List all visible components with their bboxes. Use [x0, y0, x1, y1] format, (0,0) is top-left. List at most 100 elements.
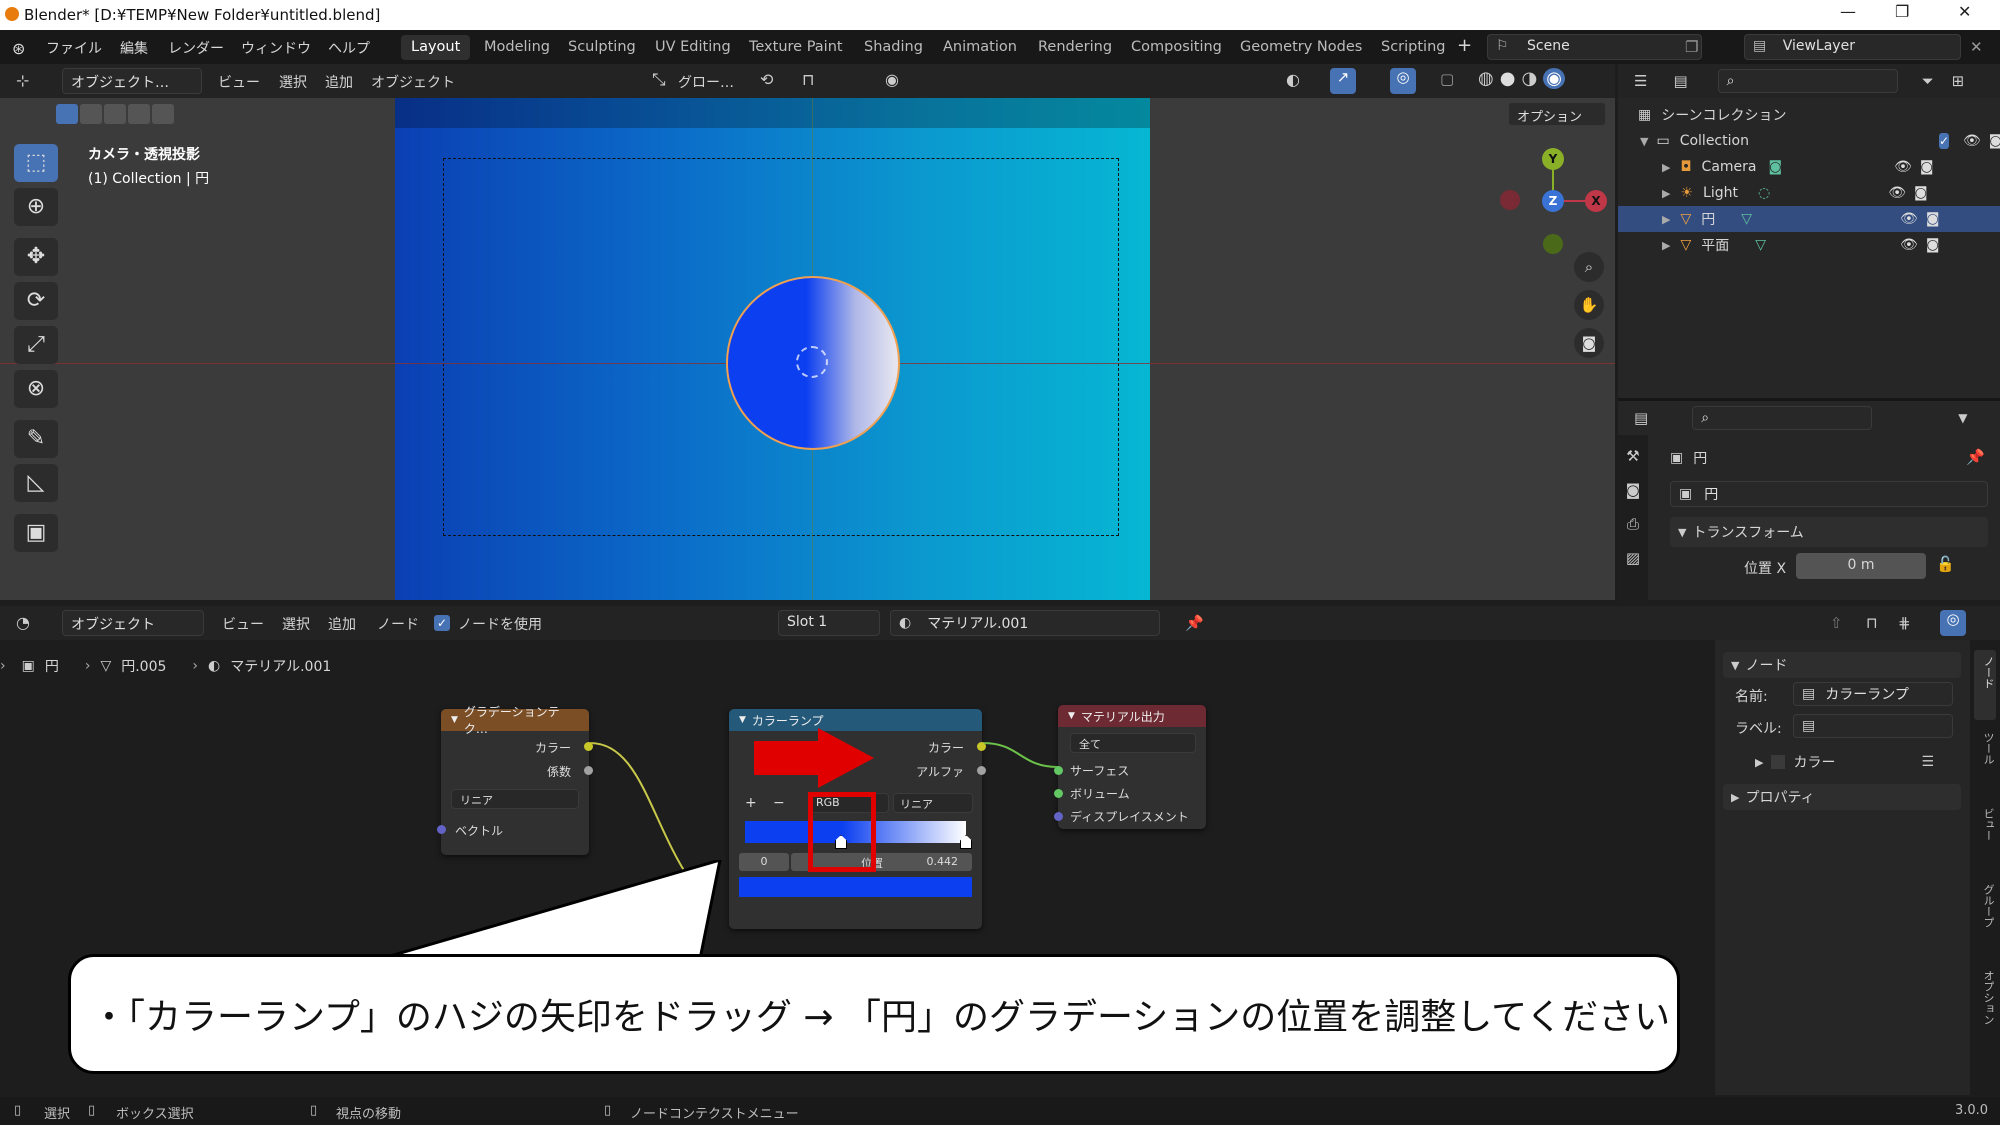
scale-tool-icon[interactable]: ⤢	[14, 326, 58, 364]
properties-panel-header[interactable]: ▶ プロパティ	[1723, 784, 1961, 810]
tab-sculpting[interactable]: Sculpting	[558, 35, 646, 60]
outliner-row-light[interactable]: ▶ ☀ Light ◌ 👁 ◙	[1618, 180, 2000, 206]
colorramp-alpha-socket[interactable]	[977, 766, 986, 775]
blender-menu-icon[interactable]: ⊛	[12, 39, 30, 58]
pivot-icon[interactable]: ⟲	[760, 70, 773, 89]
visibility-icon[interactable]: ◐	[1286, 70, 1300, 89]
use-nodes-checkbox[interactable]: ✓	[434, 615, 450, 631]
properties-options-icon[interactable]: ▼	[1958, 411, 1967, 425]
select-box-tool-icon[interactable]: ⬚	[14, 144, 58, 182]
outliner-editor-icon[interactable]: ☰	[1634, 72, 1647, 90]
colorramp-color-socket[interactable]	[977, 742, 986, 751]
tab-rendering[interactable]: Rendering	[1028, 35, 1122, 60]
sidebar-tab-view[interactable]: ビュー	[1974, 802, 1996, 872]
render-camera-icon[interactable]: ◙	[1926, 237, 1940, 253]
output-node-header[interactable]: ▼ マテリアル出力	[1058, 705, 1206, 727]
material-shading-icon[interactable]: ◑	[1521, 68, 1537, 89]
properties-search-input[interactable]: ⌕	[1692, 406, 1873, 430]
parent-node-icon[interactable]: ⇧	[1830, 614, 1843, 632]
color-subpanel-header[interactable]: ▶ カラー ☰	[1755, 752, 1934, 772]
close-window-button[interactable]: ✕	[1958, 2, 1971, 21]
gizmo-y-label[interactable]: Y	[1542, 148, 1564, 170]
gizmo-x-label[interactable]: X	[1585, 190, 1607, 212]
add-workspace-button[interactable]: +	[1457, 35, 1472, 56]
filter-icon[interactable]: ⏷	[1922, 72, 1934, 90]
new-collection-icon[interactable]: ⊞	[1952, 72, 1965, 90]
render-camera-icon[interactable]: ◙	[1989, 133, 2000, 149]
transform-orientation-label[interactable]: グロー…	[678, 72, 734, 92]
sidebar-tab-tool[interactable]: ツール	[1974, 726, 1996, 796]
minimize-button[interactable]: —	[1840, 2, 1856, 21]
viewport-menu-select[interactable]: 選択	[279, 72, 307, 92]
tab-texture-paint[interactable]: Texture Paint	[739, 35, 853, 60]
exclude-checkbox[interactable]: ✓	[1938, 133, 1950, 149]
view-layer-tab-icon[interactable]: ▨	[1618, 549, 1648, 567]
list-icon[interactable]: ☰	[1921, 754, 1934, 770]
gradient-color-socket[interactable]	[584, 742, 593, 751]
properties-editor-icon[interactable]: ▤	[1634, 409, 1648, 427]
pin-icon[interactable]: 📌	[1185, 614, 1204, 632]
gradient-type-dropdown[interactable]: リニア	[451, 789, 579, 809]
interpolation-dropdown[interactable]: リニア	[893, 793, 973, 813]
transform-panel-header[interactable]: ▼ トランスフォーム	[1670, 517, 1988, 547]
gizmo-neg-y[interactable]	[1543, 234, 1563, 254]
color-panel-checkbox[interactable]	[1771, 755, 1786, 769]
overlay-toggle-icon[interactable]: ◎	[1390, 68, 1416, 94]
node-menu-view[interactable]: ビュー	[222, 614, 264, 634]
outliner-row-circle[interactable]: ▶ ▽ 円 ▽ 👁 ◙	[1618, 206, 2000, 232]
snap-element-icon[interactable]: ⋕	[1898, 614, 1911, 632]
sidebar-tab-group[interactable]: グループ	[1974, 878, 1996, 958]
node-editor-type-icon[interactable]: ◔	[16, 613, 30, 632]
render-camera-icon[interactable]: ◙	[1914, 185, 1928, 201]
gizmo-z-label[interactable]: Z	[1542, 190, 1564, 212]
expand-arrow-icon[interactable]: ▼	[1640, 135, 1648, 148]
tab-animation[interactable]: Animation	[933, 35, 1027, 60]
annotate-tool-icon[interactable]: ✎	[14, 420, 58, 458]
pan-hand-icon[interactable]: ✋	[1574, 290, 1604, 320]
expand-arrow-icon[interactable]: ▶	[1662, 239, 1670, 252]
scene-selector[interactable]: ⚐ Scene	[1487, 34, 1702, 60]
outliner-row-camera[interactable]: ▶ ◘ Camera ◙ 👁 ◙	[1618, 154, 2000, 180]
gizmo-toggle-icon[interactable]: ↗	[1330, 68, 1356, 94]
output-target-dropdown[interactable]: 全て	[1070, 733, 1196, 753]
menu-window[interactable]: ウィンドウ	[241, 38, 311, 58]
viewport-menu-object[interactable]: オブジェクト	[371, 72, 455, 92]
camera-view-icon[interactable]: ◙	[1574, 328, 1604, 358]
gradient-node-header[interactable]: ▼ グラデーションテク…	[441, 705, 589, 736]
render-camera-icon[interactable]: ◙	[1926, 211, 1940, 227]
node-overlay-icon[interactable]: ◎	[1940, 610, 1966, 636]
viewport-options-dropdown[interactable]: オプション	[1508, 102, 1606, 126]
gizmo-neg-x[interactable]	[1500, 190, 1520, 210]
rendered-shading-icon[interactable]: ◉	[1543, 68, 1566, 89]
select-intersect-icon[interactable]	[152, 104, 174, 124]
select-new-icon[interactable]	[56, 104, 78, 124]
node-menu-node[interactable]: ノード	[377, 614, 419, 634]
wireframe-shading-icon[interactable]: ◍	[1478, 68, 1494, 89]
node-menu-add[interactable]: 追加	[328, 614, 356, 634]
expand-arrow-icon[interactable]: ▶	[1662, 213, 1670, 226]
stop-color-swatch[interactable]	[739, 877, 972, 897]
tab-uv-editing[interactable]: UV Editing	[645, 35, 741, 60]
node-label-field[interactable]: ▤	[1793, 714, 1953, 738]
tab-compositing[interactable]: Compositing	[1121, 35, 1232, 60]
tab-geometry-nodes[interactable]: Geometry Nodes	[1230, 35, 1372, 60]
light-data-icon[interactable]: ◌	[1758, 185, 1770, 201]
outliner-row-plane[interactable]: ▶ ▽ 平面 ▽ 👁 ◙	[1618, 232, 2000, 258]
add-stop-button[interactable]: +	[745, 795, 757, 811]
outliner-scene-collection[interactable]: ▦ シーンコレクション	[1618, 102, 2000, 128]
outliner-row-collection[interactable]: ▼ ▭ Collection ✓ 👁 ◙	[1618, 128, 2000, 154]
expand-arrow-icon[interactable]: ▶	[1662, 161, 1670, 174]
snap-icon[interactable]: ⊓	[802, 70, 814, 89]
zoom-icon[interactable]: ⌕	[1574, 252, 1604, 282]
menu-edit[interactable]: 編集	[120, 38, 148, 58]
node-menu-select[interactable]: 選択	[282, 614, 310, 634]
node-mode-dropdown[interactable]: オブジェクト	[62, 610, 204, 636]
expand-arrow-icon[interactable]: ▶	[1662, 187, 1670, 200]
render-tab-icon[interactable]: ◙	[1618, 481, 1648, 499]
select-subtract-icon[interactable]	[104, 104, 126, 124]
view-layer-selector[interactable]: ▤ ViewLayer	[1744, 34, 1961, 60]
material-output-node[interactable]: ▼ マテリアル出力 全て サーフェス ボリューム ディスプレイスメント	[1054, 705, 1206, 829]
pin-icon[interactable]: 📌	[1966, 448, 1985, 466]
gradient-fac-socket[interactable]	[584, 766, 593, 775]
volume-socket[interactable]	[1054, 789, 1063, 798]
